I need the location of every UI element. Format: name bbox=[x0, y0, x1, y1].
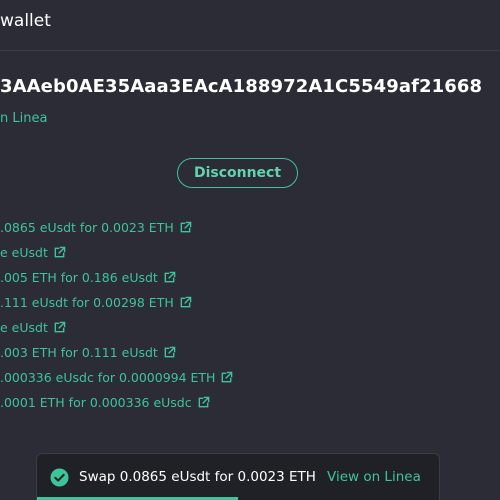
external-link-icon[interactable] bbox=[179, 296, 192, 309]
transaction-row: .003 ETH for 0.111 eUsdt bbox=[0, 340, 233, 365]
external-link-icon[interactable] bbox=[163, 271, 176, 284]
external-link-icon[interactable] bbox=[220, 371, 233, 384]
transaction-text: .111 eUsdt for 0.00298 ETH bbox=[0, 295, 174, 310]
network-label: n Linea bbox=[0, 111, 48, 126]
external-link-icon[interactable] bbox=[163, 346, 176, 359]
account-address: 3AAeb0AE35Aaa3EAcA188972A1C5549af21668 bbox=[0, 76, 483, 97]
transaction-row: .000336 eUsdc for 0.0000994 ETH bbox=[0, 365, 233, 390]
transaction-list: .0865 eUsdt for 0.0023 ETH e eUsdt .005 ET… bbox=[0, 215, 233, 415]
transaction-row: .0865 eUsdt for 0.0023 ETH bbox=[0, 215, 233, 240]
disconnect-button[interactable]: Disconnect bbox=[177, 158, 298, 188]
transaction-row: .0001 ETH for 0.000336 eUsdc bbox=[0, 390, 233, 415]
toast-notification: Swap 0.0865 eUsdt for 0.0023 ETH View on… bbox=[36, 453, 440, 500]
check-circle-icon bbox=[50, 468, 69, 487]
transaction-text: .003 ETH for 0.111 eUsdt bbox=[0, 345, 158, 360]
toast-view-link[interactable]: View on Linea bbox=[327, 469, 421, 485]
transaction-text: .0001 ETH for 0.000336 eUsdc bbox=[0, 395, 192, 410]
toast-message: Swap 0.0865 eUsdt for 0.0023 ETH bbox=[79, 469, 316, 485]
transaction-row: .005 ETH for 0.186 eUsdt bbox=[0, 265, 233, 290]
transaction-text: .000336 eUsdc for 0.0000994 ETH bbox=[0, 370, 216, 385]
transaction-text: e eUsdt bbox=[0, 320, 48, 335]
header-title: wallet bbox=[0, 11, 51, 31]
transaction-row: e eUsdt bbox=[0, 315, 233, 340]
transaction-text: .0865 eUsdt for 0.0023 ETH bbox=[0, 220, 174, 235]
header: wallet bbox=[0, 0, 500, 51]
external-link-icon[interactable] bbox=[53, 321, 66, 334]
transaction-text: .005 ETH for 0.186 eUsdt bbox=[0, 270, 158, 285]
transaction-row: e eUsdt bbox=[0, 240, 233, 265]
external-link-icon[interactable] bbox=[197, 396, 210, 409]
transaction-row: .111 eUsdt for 0.00298 ETH bbox=[0, 290, 233, 315]
external-link-icon[interactable] bbox=[179, 221, 192, 234]
transaction-text: e eUsdt bbox=[0, 245, 48, 260]
external-link-icon[interactable] bbox=[53, 246, 66, 259]
